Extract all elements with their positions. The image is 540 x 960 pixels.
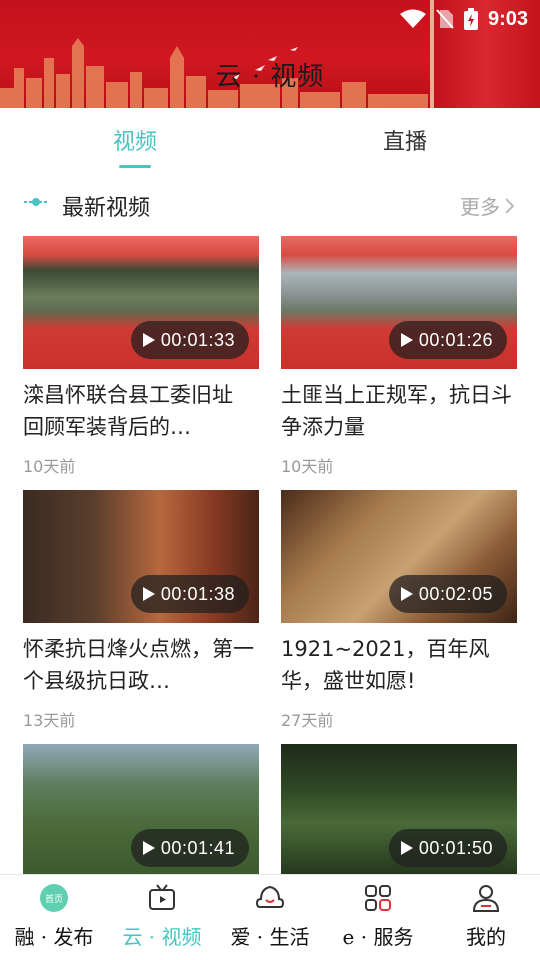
video-thumbnail[interactable]: 00:01:33 (23, 236, 259, 369)
more-link[interactable]: 更多 (460, 191, 516, 220)
play-icon (400, 333, 413, 347)
smile-cloud-icon (255, 885, 285, 908)
play-icon (400, 841, 413, 855)
play-icon (400, 587, 413, 601)
video-title[interactable]: 滦昌怀联合县工委旧址 回顾军装背后的… (23, 379, 259, 443)
video-card[interactable]: 00:01:33 滦昌怀联合县工委旧址 回顾军装背后的… 10天前 (23, 236, 259, 477)
duration-badge: 00:01:26 (388, 321, 507, 359)
page-title: 云 · 视频 (215, 62, 325, 92)
video-card[interactable]: 00:01:38 怀柔抗日烽火点燃，第一个县级抗日政… 13天前 (23, 490, 259, 731)
sim-no-signal-icon (436, 9, 454, 29)
section-title: 最新视频 (62, 196, 151, 221)
video-time-ago: 10天前 (23, 457, 76, 476)
video-title[interactable]: 怀柔抗日烽火点燃，第一个县级抗日政… (23, 633, 259, 697)
tv-icon (149, 884, 175, 910)
home-badge-icon: 首页 (40, 884, 68, 912)
duration-badge: 00:01:50 (388, 829, 507, 867)
home-badge-text: 首页 (45, 893, 63, 905)
battery-charging-icon (463, 8, 478, 30)
video-card[interactable]: 00:01:41 (23, 744, 259, 877)
wifi-icon (399, 9, 426, 28)
video-thumbnail[interactable]: 00:02:05 (281, 490, 517, 623)
video-time-ago: 13天前 (23, 711, 76, 730)
bottom-navigation: 首页 融 · 发布 云 · 视频 爱 · 生活 e · 服务 我的 (0, 874, 540, 960)
chevron-right-icon (505, 197, 515, 214)
duration-text: 00:01:41 (160, 837, 235, 858)
nav-label-life: 爱 · 生活 (230, 925, 310, 949)
duration-badge: 00:01:33 (130, 321, 249, 359)
latest-videos-header: 最新视频 更多 (0, 182, 540, 226)
tab-live-label: 直播 (382, 130, 427, 155)
video-title[interactable]: 土匪当上正规军，抗日斗争添力量 (281, 379, 517, 443)
user-icon (472, 885, 500, 912)
video-thumbnail[interactable]: 00:01:26 (281, 236, 517, 369)
duration-badge: 00:02:05 (388, 575, 507, 613)
video-thumbnail[interactable]: 00:01:41 (23, 744, 259, 877)
play-icon (142, 333, 155, 347)
nav-item-publish[interactable]: 首页 融 · 发布 (0, 875, 108, 960)
section-bullet-icon (24, 198, 48, 206)
nav-label-publish: 融 · 发布 (14, 925, 94, 949)
video-card[interactable]: 00:01:50 (281, 744, 517, 877)
video-card[interactable]: 00:01:26 土匪当上正规军，抗日斗争添力量 10天前 (281, 236, 517, 477)
nav-item-service[interactable]: e · 服务 (324, 875, 432, 960)
nav-item-profile[interactable]: 我的 (432, 875, 540, 960)
tab-video-label: 视频 (112, 130, 157, 155)
nav-label-video: 云 · 视频 (122, 925, 202, 949)
play-icon (142, 587, 155, 601)
duration-text: 00:01:26 (418, 329, 493, 350)
duration-text: 00:01:50 (418, 837, 493, 858)
duration-text: 00:01:38 (160, 583, 235, 604)
nav-item-life[interactable]: 爱 · 生活 (216, 875, 324, 960)
duration-text: 00:02:05 (418, 583, 493, 604)
status-bar: 9:03 (399, 6, 528, 32)
nav-item-video[interactable]: 云 · 视频 (108, 875, 216, 960)
app-header: 9:03 云 · 视频 (0, 0, 540, 108)
more-label: 更多 (460, 195, 500, 219)
status-time: 9:03 (487, 7, 528, 30)
play-icon (142, 841, 155, 855)
content-tabs: 视频 直播 (0, 108, 540, 172)
tab-live[interactable]: 直播 (270, 108, 540, 172)
nav-label-profile: 我的 (466, 925, 506, 949)
video-time-ago: 10天前 (281, 457, 334, 476)
duration-badge: 00:01:38 (130, 575, 249, 613)
duration-text: 00:01:33 (160, 329, 235, 350)
duration-badge: 00:01:41 (130, 829, 249, 867)
active-tab-indicator (119, 165, 151, 168)
tab-video[interactable]: 视频 (0, 108, 270, 172)
video-title[interactable]: 1921~2021，百年风华，盛世如愿! (281, 633, 517, 697)
nav-label-service: e · 服务 (342, 925, 414, 949)
video-time-ago: 27天前 (281, 711, 334, 730)
video-thumbnail[interactable]: 00:01:50 (281, 744, 517, 877)
grid-apps-icon (365, 885, 391, 911)
video-thumbnail[interactable]: 00:01:38 (23, 490, 259, 623)
video-card[interactable]: 00:02:05 1921~2021，百年风华，盛世如愿! 27天前 (281, 490, 517, 731)
